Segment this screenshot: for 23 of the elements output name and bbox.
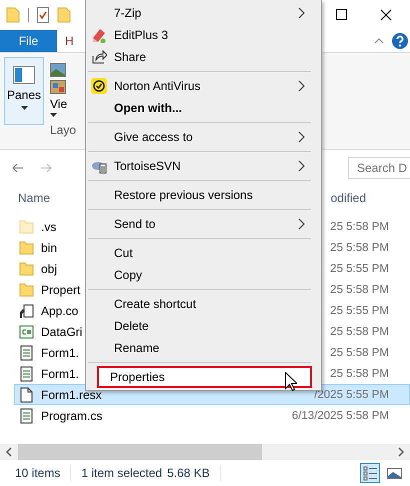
file-name: Form1.resx <box>41 388 102 402</box>
date-modified: 25 5:55 PM <box>330 262 389 274</box>
group-label: Layo <box>50 123 76 137</box>
date-modified: 25 5:58 PM <box>330 346 389 358</box>
file-name: bin <box>41 240 58 254</box>
date-modified: 25 5:55 PM <box>330 304 389 316</box>
file-name: obj <box>41 262 58 276</box>
file-name: Form1. <box>41 346 80 360</box>
file-name: Form1. <box>41 366 80 380</box>
date-modified: 25 5:58 PM <box>330 326 389 338</box>
file-name: Propert <box>41 282 80 296</box>
file-name: App.co <box>41 304 78 318</box>
file-name: .vs <box>41 220 56 234</box>
date-modified: 25 5:58 PM <box>330 220 389 232</box>
selection-size: 5.68 KB <box>167 466 210 480</box>
selection-info: 1 item selected <box>81 466 162 480</box>
file-name: Program.cs <box>41 408 102 422</box>
date-modified: 25 5:58 PM <box>330 368 389 380</box>
item-count: 10 items <box>15 466 60 480</box>
date-modified: 25 5:58 PM <box>330 242 389 254</box>
date-modified: 6/13/2025 5:58 PM <box>292 410 389 422</box>
file-name: DataGri <box>41 324 82 338</box>
date-modified: 25 5:58 PM <box>330 284 389 296</box>
